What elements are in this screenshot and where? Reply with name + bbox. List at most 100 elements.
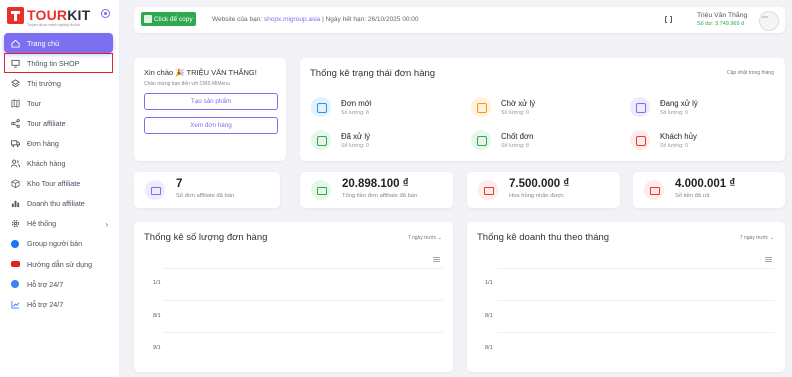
stat-withdrawn: 4.000.001 ₫ Số tiền đã rút xyxy=(633,172,785,208)
grid-line xyxy=(497,268,775,269)
sidebar-item-label: Thông tin SHOP xyxy=(27,58,80,68)
sidebar-item-seller-group[interactable]: Group người bán xyxy=(4,234,113,254)
stat-label: Hoa hồng nhận được xyxy=(509,193,565,199)
stat-value: 7 xyxy=(176,178,183,190)
menu-icon[interactable] xyxy=(433,257,440,262)
y-tick-label: 8/1 xyxy=(485,345,493,351)
range-select[interactable]: 7 ngày trước ⌄ xyxy=(408,235,442,241)
status-processed[interactable]: Đã xử lý Số lượng: 0 xyxy=(311,130,451,156)
website-link[interactable]: shopx.migroup.asia xyxy=(264,16,320,23)
stat-label: Số đơn affiliate đã bán xyxy=(176,193,235,199)
stat-affiliate-orders: 7 Số đơn affiliate đã bán xyxy=(134,172,280,208)
fullscreen-icon[interactable] xyxy=(665,15,672,24)
sidebar-nav: Trang chủ Thông tin SHOP Thị trường Tour… xyxy=(4,33,113,314)
gear-icon xyxy=(10,219,20,229)
monitor-icon xyxy=(10,58,20,68)
layers-icon xyxy=(10,78,20,88)
create-product-button[interactable]: Tạo sản phẩm xyxy=(144,93,278,110)
sidebar-item-customers[interactable]: Khách hàng xyxy=(4,154,113,174)
cart-icon xyxy=(311,180,331,200)
status-closed[interactable]: Chốt đơn Số lượng: 8 xyxy=(471,130,611,156)
stat-value: 4.000.001 ₫ xyxy=(675,178,736,190)
avatar[interactable]: ava xyxy=(759,11,779,31)
status-processing[interactable]: Đang xử lý Số lượng: 0 xyxy=(630,97,770,123)
target-icon xyxy=(145,180,165,200)
sidebar-item-shop-info[interactable]: Thông tin SHOP xyxy=(4,53,113,74)
sidebar-item-label: Doanh thu affiliate xyxy=(27,199,85,209)
sidebar-item-market[interactable]: Thị trường xyxy=(4,73,113,93)
stat-value: 7.500.000 ₫ xyxy=(509,178,570,190)
stat-label: Số tiền đã rút xyxy=(675,193,710,199)
users-icon xyxy=(10,159,20,169)
bar-chart-icon xyxy=(10,199,20,209)
truck-icon xyxy=(10,139,20,149)
sidebar-item-home[interactable]: Trang chủ xyxy=(4,33,113,54)
share-icon xyxy=(10,118,20,128)
range-select[interactable]: 7 ngày trước ⌄ xyxy=(740,235,774,241)
website-info: Website của bạn: shopx.migroup.asia | Ng… xyxy=(212,16,419,23)
grid-line xyxy=(164,300,443,301)
sidebar-item-tour[interactable]: Tour xyxy=(4,93,113,113)
sidebar-item-revenue-affiliate[interactable]: Doanh thu affiliate xyxy=(4,194,113,214)
grid-line xyxy=(164,268,443,269)
menu-icon[interactable] xyxy=(765,257,772,262)
chart-title: Thống kê doanh thu theo tháng xyxy=(477,232,610,243)
y-tick-label: 1/1 xyxy=(485,280,493,286)
copy-website-button[interactable]: Click để copy xyxy=(141,12,196,26)
y-tick-label: 8/1 xyxy=(153,313,161,319)
brand-tagline: Truyền tải sứ mệnh nghiệp du lịch xyxy=(27,23,80,27)
copy-icon xyxy=(144,15,152,23)
sidebar-collapse-icon[interactable] xyxy=(101,9,110,18)
grid-line xyxy=(164,332,443,333)
check-icon xyxy=(311,130,331,150)
youtube-icon xyxy=(10,259,20,269)
sidebar-item-label: Đơn hàng xyxy=(27,139,59,149)
document-icon xyxy=(311,97,331,117)
sidebar-item-tour-warehouse[interactable]: Kho Tour affiliate xyxy=(4,174,113,194)
brand-logo[interactable]: TOURKIT Truyền tải sứ mệnh nghiệp du lịc… xyxy=(7,5,117,31)
stat-affiliate-total: 20.898.100 ₫ Tổng tiền đơn affiliate đã … xyxy=(300,172,453,208)
view-orders-button[interactable]: Xem đơn hàng xyxy=(144,117,278,134)
cancel-icon xyxy=(630,130,650,150)
chevron-right-icon: › xyxy=(105,219,108,229)
sidebar: TOURKIT Truyền tải sứ mệnh nghiệp du lịc… xyxy=(0,0,120,377)
messenger-icon xyxy=(10,279,20,289)
stat-value: 20.898.100 ₫ xyxy=(342,178,409,190)
sidebar-item-tour-affiliate[interactable]: Tour affiliate xyxy=(4,113,113,133)
clock-icon xyxy=(471,97,491,117)
money-icon xyxy=(644,180,664,200)
welcome-card: Xin chào 🎉 TRIỆU VĂN THẮNG! Chào mừng bạ… xyxy=(134,58,286,161)
status-cancelled[interactable]: Khách hủy Số lượng: 0 xyxy=(630,130,770,156)
sidebar-item-label: Group người bán xyxy=(27,239,83,249)
facebook-icon xyxy=(10,239,20,249)
money-icon xyxy=(478,180,498,200)
sidebar-item-label: Kho Tour affiliate xyxy=(27,179,81,189)
map-icon xyxy=(10,98,20,108)
status-pending[interactable]: Chờ xử lý Số lượng: 0 xyxy=(471,97,611,123)
sidebar-item-system[interactable]: Hệ thống › xyxy=(4,214,113,234)
sidebar-item-label: Hướng dẫn sử dụng xyxy=(27,259,93,269)
sidebar-item-orders[interactable]: Đơn hàng xyxy=(4,133,113,153)
order-status-card: Thống kê trạng thái đơn hàng Cập nhật tr… xyxy=(300,58,785,161)
sidebar-item-user-guide[interactable]: Hướng dẫn sử dụng xyxy=(4,254,113,274)
sidebar-item-label: Thị trường xyxy=(27,78,61,88)
sidebar-item-label: Trang chủ xyxy=(27,38,60,48)
sidebar-item-support-messenger[interactable]: Hỗ trợ 24/7 xyxy=(4,274,113,294)
order-status-title: Thống kê trạng thái đơn hàng xyxy=(310,68,436,79)
activity-icon xyxy=(630,97,650,117)
stat-commission: 7.500.000 ₫ Hoa hồng nhận được xyxy=(467,172,620,208)
status-new[interactable]: Đơn mới Số lượng: 8 xyxy=(311,97,451,123)
sidebar-item-support-zalo[interactable]: Hỗ trợ 24/7 xyxy=(4,294,113,314)
logo-mark-icon xyxy=(7,7,24,24)
welcome-greeting: Xin chào 🎉 TRIỆU VĂN THẮNG! xyxy=(144,68,257,77)
orders-chart-card: Thống kê số lượng đơn hàng 7 ngày trước … xyxy=(134,222,453,372)
sidebar-item-label: Hệ thống xyxy=(27,219,57,229)
grid-line xyxy=(497,332,775,333)
sidebar-item-label: Hỗ trợ 24/7 xyxy=(27,279,64,289)
topbar: Click để copy Website của bạn: shopx.mig… xyxy=(134,7,785,33)
brand-name: TOURKIT xyxy=(27,7,91,23)
sidebar-item-label: Tour xyxy=(27,98,41,108)
sidebar-item-label: Khách hàng xyxy=(27,159,66,169)
update-period-link[interactable]: Cập nhật trong tháng xyxy=(727,70,774,76)
grid-line xyxy=(497,300,775,301)
